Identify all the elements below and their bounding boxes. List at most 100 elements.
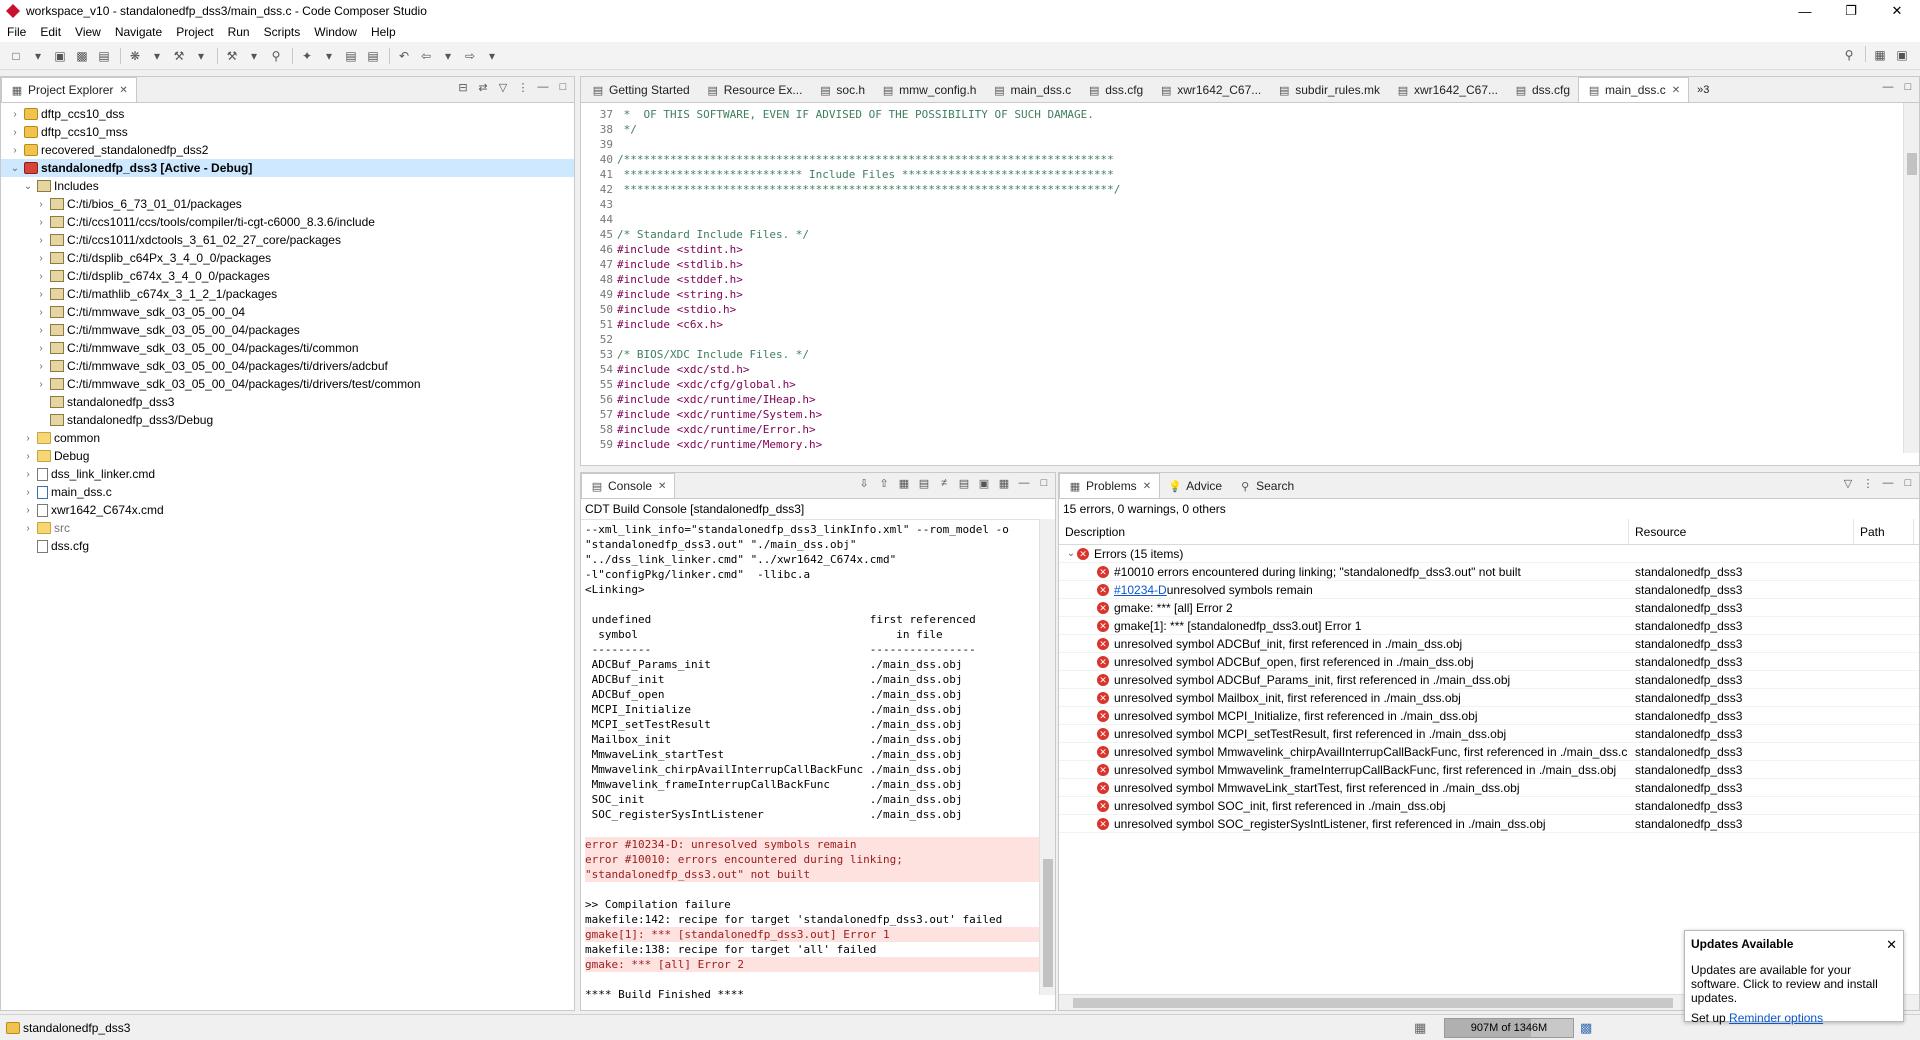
problem-row[interactable]: ✕ #10234-D unresolved symbols remain stand…	[1059, 581, 1919, 599]
menu-navigate[interactable]: Navigate	[108, 25, 169, 39]
open-console-icon[interactable]: ▦	[997, 477, 1011, 490]
tree-item[interactable]: standalonedfp_dss3/Debug	[1, 411, 574, 429]
maximize-icon[interactable]: □	[1901, 477, 1915, 490]
chevron-right-icon[interactable]: ›	[35, 343, 47, 354]
save-all-icon[interactable]: ▩	[72, 47, 92, 65]
tab-search[interactable]: ⚲ Search	[1230, 474, 1302, 498]
close-icon[interactable]: ✕	[1886, 937, 1897, 953]
tab-project-explorer[interactable]: ▦ Project Explorer ✕	[1, 77, 137, 102]
debug-icon[interactable]: ❋	[125, 47, 145, 65]
tab-advice[interactable]: 💡 Advice	[1160, 474, 1230, 498]
tree-item[interactable]: › C:/ti/mmwave_sdk_03_05_00_04/packages	[1, 321, 574, 339]
dropdown-icon[interactable]: ▾	[28, 47, 48, 65]
minimize-icon[interactable]: —	[1881, 477, 1895, 490]
editor-tab[interactable]: ▤ xwr1642_C67...	[1151, 78, 1269, 102]
error-code-link[interactable]: #10234-D	[1114, 583, 1167, 597]
problem-row[interactable]: ✕ unresolved symbol Mailbox_init, first r…	[1059, 689, 1919, 707]
menu-project[interactable]: Project	[169, 25, 220, 39]
open-perspective-icon[interactable]: ▦	[1870, 46, 1890, 64]
chevron-right-icon[interactable]: ›	[35, 379, 47, 390]
menu-window[interactable]: Window	[307, 25, 364, 39]
problem-row[interactable]: ✕ unresolved symbol Mmwavelink_chirpAvail…	[1059, 743, 1919, 761]
dropdown-icon[interactable]: ▾	[482, 47, 502, 65]
close-window-button[interactable]: ✕	[1874, 0, 1920, 22]
dropdown-icon[interactable]: ▾	[438, 47, 458, 65]
chevron-right-icon[interactable]: ›	[22, 505, 34, 516]
problems-hscroll-thumb[interactable]	[1073, 998, 1673, 1008]
tree-item[interactable]: › C:/ti/mathlib_c674x_3_1_2_1/packages	[1, 285, 574, 303]
chevron-right-icon[interactable]: ›	[9, 127, 21, 138]
tree-item[interactable]: › Debug	[1, 447, 574, 465]
editor-tab[interactable]: ▤ Resource Ex...	[698, 78, 811, 102]
console-output[interactable]: --xml_link_info="standalonedfp_dss3_link…	[581, 520, 1055, 1004]
build-icon[interactable]: ⚒	[169, 47, 189, 65]
problem-row[interactable]: ✕ gmake[1]: *** [standalonedfp_dss3.out] …	[1059, 617, 1919, 635]
chevron-right-icon[interactable]: ›	[35, 361, 47, 372]
chevron-down-icon[interactable]: ⌄	[22, 181, 34, 192]
tree-item[interactable]: › C:/ti/mmwave_sdk_03_05_00_04	[1, 303, 574, 321]
hammer-icon[interactable]: ⚒	[222, 47, 242, 65]
chevron-down-icon[interactable]: ⌄	[9, 163, 21, 174]
problem-row[interactable]: ✕ unresolved symbol ADCBuf_init, first re…	[1059, 635, 1919, 653]
problem-row[interactable]: ✕ unresolved symbol MmwaveLink_startTest,…	[1059, 779, 1919, 797]
scroll-up-icon[interactable]: ⇧	[877, 477, 891, 490]
chevron-down-icon[interactable]: ⌄	[1065, 548, 1077, 559]
column-path[interactable]: Path	[1854, 519, 1914, 544]
view-menu-icon[interactable]: ⋮	[1861, 477, 1875, 490]
editor-tab[interactable]: ▤ subdir_rules.mk	[1269, 78, 1388, 102]
menu-run[interactable]: Run	[221, 25, 257, 39]
chevron-right-icon[interactable]: ›	[9, 145, 21, 156]
minimize-button[interactable]: —	[1782, 0, 1828, 22]
problem-row[interactable]: ✕ gmake: *** [all] Error 2 standalonedfp_d…	[1059, 599, 1919, 617]
problem-row[interactable]: ✕ unresolved symbol SOC_registerSysIntLis…	[1059, 815, 1919, 833]
chevron-right-icon[interactable]: ›	[35, 253, 47, 264]
tree-item[interactable]: ⌄ Includes	[1, 177, 574, 195]
problem-row[interactable]: ✕ unresolved symbol MCPI_setTestResult, f…	[1059, 725, 1919, 743]
chevron-right-icon[interactable]: ›	[35, 199, 47, 210]
editor-scrollbar[interactable]	[1903, 103, 1919, 453]
search-icon[interactable]: ⚲	[1839, 46, 1859, 64]
menu-file[interactable]: File	[0, 25, 33, 39]
tab-overflow-button[interactable]: »3	[1689, 78, 1717, 102]
chevron-right-icon[interactable]: ›	[22, 487, 34, 498]
chevron-right-icon[interactable]: ›	[35, 289, 47, 300]
updates-notification[interactable]: Updates Available ✕ Updates are availabl…	[1684, 930, 1904, 1025]
last-edit-icon[interactable]: ↶	[394, 47, 414, 65]
dropdown-icon[interactable]: ▾	[319, 47, 339, 65]
maximize-icon[interactable]: □	[1901, 81, 1915, 93]
tree-item[interactable]: standalonedfp_dss3	[1, 393, 574, 411]
column-resource[interactable]: Resource	[1629, 519, 1854, 544]
background-tasks-icon[interactable]: ▦	[1414, 1020, 1426, 1036]
tree-item[interactable]: › C:/ti/mmwave_sdk_03_05_00_04/packages/t…	[1, 375, 574, 393]
code-view[interactable]: 37 * OF THIS SOFTWARE, EVEN IF ADVISED O…	[581, 103, 1919, 452]
terminal-icon[interactable]: ▤	[94, 47, 114, 65]
tree-item[interactable]: › C:/ti/mmwave_sdk_03_05_00_04/packages/t…	[1, 339, 574, 357]
menu-edit[interactable]: Edit	[33, 25, 68, 39]
tree-item[interactable]: › xwr1642_C674x.cmd	[1, 501, 574, 519]
view-menu-icon[interactable]: ⋮	[516, 81, 530, 94]
close-icon[interactable]: ✕	[1672, 85, 1680, 96]
editor-tab[interactable]: ▤ main_dss.c	[984, 78, 1079, 102]
tree-item[interactable]: › C:/ti/dsplib_c64Px_3_4_0_0/packages	[1, 249, 574, 267]
chevron-right-icon[interactable]: ›	[22, 469, 34, 480]
back-icon[interactable]: ⇦	[416, 47, 436, 65]
tree-item[interactable]: › dss_link_linker.cmd	[1, 465, 574, 483]
chevron-right-icon[interactable]: ›	[22, 451, 34, 462]
pin-icon[interactable]: ✦	[297, 47, 317, 65]
tree-item[interactable]: › dftp_ccs10_mss	[1, 123, 574, 141]
chevron-right-icon[interactable]: ›	[22, 523, 34, 534]
garbage-collect-icon[interactable]: ▩	[1580, 1020, 1592, 1036]
tree-item[interactable]: › C:/ti/bios_6_73_01_01/packages	[1, 195, 574, 213]
close-icon[interactable]: ✕	[1143, 481, 1151, 492]
dropdown-icon[interactable]: ▾	[244, 47, 264, 65]
chevron-right-icon[interactable]: ›	[9, 109, 21, 120]
search-icon[interactable]: ⚲	[266, 47, 286, 65]
tree-item[interactable]: › dftp_ccs10_dss	[1, 105, 574, 123]
ccs-edit-perspective-icon[interactable]: ▣	[1892, 46, 1912, 64]
tree-item[interactable]: › C:/ti/dsplib_c674x_3_4_0_0/packages	[1, 267, 574, 285]
close-icon[interactable]: ✕	[119, 85, 127, 96]
tree-item[interactable]: › recovered_standalonedfp_dss2	[1, 141, 574, 159]
minimize-icon[interactable]: —	[1881, 81, 1895, 93]
annotation-prev-icon[interactable]: ▤	[341, 47, 361, 65]
column-description[interactable]: Description	[1059, 519, 1629, 544]
